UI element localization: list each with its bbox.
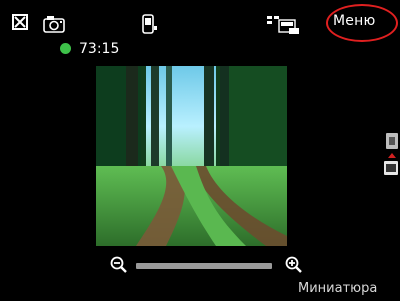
recording-time: 73:15 [79, 41, 120, 57]
zoom-out-icon[interactable] [110, 256, 128, 274]
top-toolbar: Меню [0, 0, 400, 42]
zoom-slider[interactable] [136, 263, 272, 269]
close-button[interactable] [12, 14, 28, 30]
zoom-in-icon[interactable] [285, 256, 303, 274]
phone-icon[interactable] [140, 14, 160, 36]
preview-image [96, 66, 287, 246]
menu-button[interactable]: Меню [333, 13, 375, 29]
thumbnail-softkey[interactable]: Миниатюра [298, 281, 377, 296]
recording-indicator [60, 43, 71, 54]
mode-switch-icon[interactable] [380, 131, 400, 181]
resolution-icon[interactable] [265, 14, 301, 36]
camera-icon[interactable] [42, 14, 68, 34]
close-icon [14, 16, 26, 28]
camera-preview [96, 66, 287, 246]
zoom-control [110, 254, 310, 278]
